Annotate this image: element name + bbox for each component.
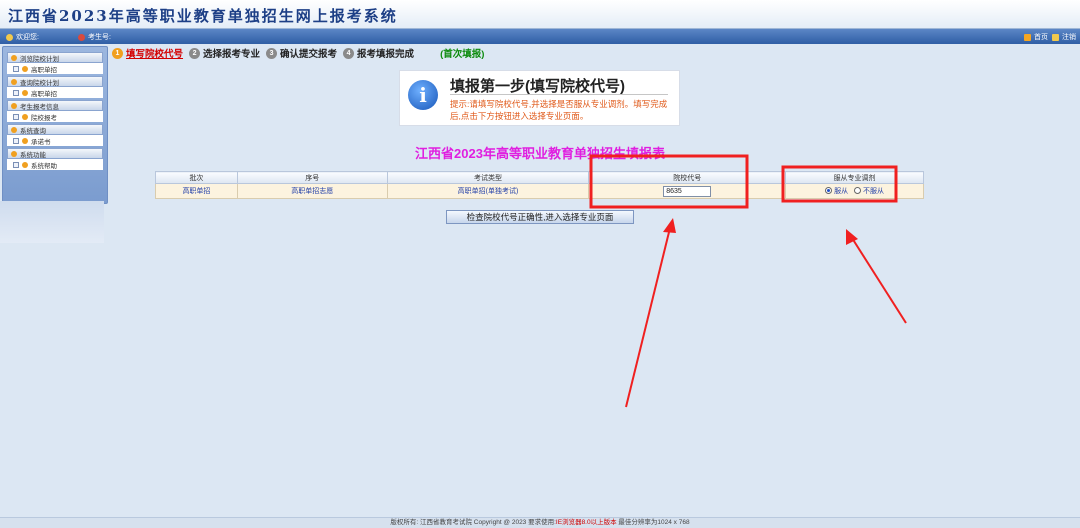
instruction-title: 填报第一步(填写院校代号) <box>450 78 625 95</box>
cell-seq: 高职单招志愿 <box>236 183 388 199</box>
sidebar-group-label: 系统查询 <box>20 127 46 135</box>
sidebar-group-system-query[interactable]: 系统查询 <box>7 124 103 135</box>
folder-icon <box>11 78 17 85</box>
arrow-head-adjust <box>846 229 858 245</box>
step-label: 填写院校代号 <box>126 49 184 60</box>
page-icon <box>22 161 28 168</box>
adjust-yes-option[interactable]: 服从 <box>825 186 848 196</box>
page-icon <box>22 89 28 96</box>
app-title: 江西省2023年高等职业教育单独招生网上报考系统 <box>8 7 398 25</box>
page-icon <box>22 113 28 120</box>
arrow-line-school-code <box>625 227 671 408</box>
adjust-yes-radio[interactable] <box>825 187 833 195</box>
table-header-row: 批次 序号 考试类型 院校代号 服从专业调剂 <box>155 171 924 184</box>
sidebar-item-browse-vocational[interactable]: 高职单招 <box>7 63 103 74</box>
arrow-line-adjust <box>851 237 907 324</box>
step-label: 报考填报完成 <box>357 49 415 60</box>
examinee-label: 考生号: <box>88 34 111 41</box>
divider <box>450 94 668 95</box>
sidebar-group-label: 查询院校计划 <box>20 79 59 87</box>
welcome-label: 欢迎您: <box>16 34 39 41</box>
adjust-no-radio[interactable] <box>854 187 862 195</box>
logout-icon <box>1052 33 1059 41</box>
logout-label: 注销 <box>1062 34 1076 41</box>
step-number-icon: 2 <box>189 47 201 59</box>
column-header-school-code: 院校代号 <box>588 171 787 184</box>
footer-copyright: 版权所有: 江西省教育考试院 Copyright @ 2023 要求使用: <box>390 519 556 526</box>
sidebar-group-query-plans[interactable]: 查询院校计划 <box>7 76 103 87</box>
check-code-submit-button[interactable]: 检查院校代号正确性,进入选择专业页面 <box>446 210 634 224</box>
page-footer: 版权所有: 江西省教育考试院 Copyright @ 2023 要求使用:IE浏… <box>0 517 1080 528</box>
sidebar-group-label: 考生报考信息 <box>20 103 59 111</box>
form-title: 江西省2023年高等职业教育单独招生填报表 <box>415 146 665 161</box>
sidebar-item-query-vocational[interactable]: 高职单招 <box>7 87 103 98</box>
top-bar: 欢迎您: 考生号: 首页 注销 <box>0 29 1080 44</box>
folder-icon <box>11 102 17 109</box>
expand-icon <box>13 161 19 168</box>
adjust-no-option[interactable]: 不服从 <box>854 186 884 196</box>
step-confirm-submit: 3 确认提交报考 <box>266 46 337 60</box>
sidebar-group-label: 浏览院校计划 <box>20 55 59 63</box>
footer-browser-requirement: IE浏览器8.0以上版本 <box>555 519 617 526</box>
sidebar-item-label: 院校报考 <box>31 114 57 122</box>
step-progress: 1 填写院校代号 2 选择报考专业 3 确认提交报考 4 报考填报完成 (首次填… <box>112 46 484 60</box>
folder-icon <box>11 54 17 61</box>
cell-school-code <box>588 183 787 199</box>
sidebar-item-school-apply[interactable]: 院校报考 <box>7 111 103 122</box>
page-icon <box>22 65 28 72</box>
step-fill-school-code[interactable]: 1 填写院校代号 <box>112 46 183 60</box>
step-number-icon: 1 <box>112 47 123 59</box>
first-fill-badge: (首次填报) <box>440 49 485 60</box>
home-link[interactable]: 首页 <box>1024 32 1048 42</box>
logout-link[interactable]: 注销 <box>1052 32 1076 42</box>
examinee-segment: 考生号: <box>78 32 111 42</box>
expand-icon <box>13 113 19 120</box>
footer-resolution: 最佳分辨率为1024 x 768 <box>616 519 690 526</box>
step-number-icon: 3 <box>266 47 278 59</box>
sidebar-item-label: 高职单招 <box>31 66 57 74</box>
sidebar: 浏览院校计划 高职单招 查询院校计划 高职单招 考生报考信息 院校报考 系统查询… <box>2 46 108 204</box>
step-choose-major: 2 选择报考专业 <box>189 46 260 60</box>
arrow-head-school-code <box>663 218 676 233</box>
app-header: 江西省2023年高等职业教育单独招生网上报考系统 <box>0 0 1080 29</box>
column-header-exam-type: 考试类型 <box>386 171 590 184</box>
table-row: 高职单招 高职单招志愿 高职单招(单独考试) 服从 不服从 <box>155 183 924 199</box>
cell-exam-type: 高职单招(单独考试) <box>386 183 590 199</box>
column-header-seq: 序号 <box>236 171 388 184</box>
expand-icon <box>13 65 19 72</box>
user-icon <box>6 33 13 41</box>
sidebar-item-label: 高职单招 <box>31 90 57 98</box>
column-header-adjust: 服从专业调剂 <box>785 171 924 184</box>
id-icon <box>78 33 85 41</box>
info-icon: i <box>408 80 438 110</box>
sidebar-group-browse-plans[interactable]: 浏览院校计划 <box>7 52 103 63</box>
home-icon <box>1024 33 1031 41</box>
adjust-yes-label: 服从 <box>834 187 849 195</box>
school-code-input[interactable] <box>663 185 712 197</box>
step-number-icon: 4 <box>343 47 355 59</box>
cell-batch: 高职单招 <box>155 183 238 199</box>
step-complete: 4 报考填报完成 <box>343 46 414 60</box>
folder-icon <box>11 126 17 133</box>
column-header-batch: 批次 <box>155 171 238 184</box>
step-label: 确认提交报考 <box>280 49 338 60</box>
welcome-segment: 欢迎您: <box>6 32 39 42</box>
cell-adjust: 服从 不服从 <box>785 183 924 199</box>
expand-icon <box>13 89 19 96</box>
home-label: 首页 <box>1034 34 1048 41</box>
instruction-tip: 提示:请填写院校代号,并选择是否服从专业调剂。填写完成后,点击下方按钮进入选择专… <box>450 99 668 121</box>
application-table: 批次 序号 考试类型 院校代号 服从专业调剂 高职单招 高职单招志愿 高职单招(… <box>155 171 924 199</box>
instruction-panel: i 填报第一步(填写院校代号) 提示:请填写院校代号,并选择是否服从专业调剂。填… <box>399 70 680 126</box>
adjust-no-label: 不服从 <box>863 187 885 195</box>
step-label: 选择报考专业 <box>203 49 261 60</box>
sidebar-footer <box>0 201 104 243</box>
sidebar-group-examinee-info[interactable]: 考生报考信息 <box>7 100 103 111</box>
